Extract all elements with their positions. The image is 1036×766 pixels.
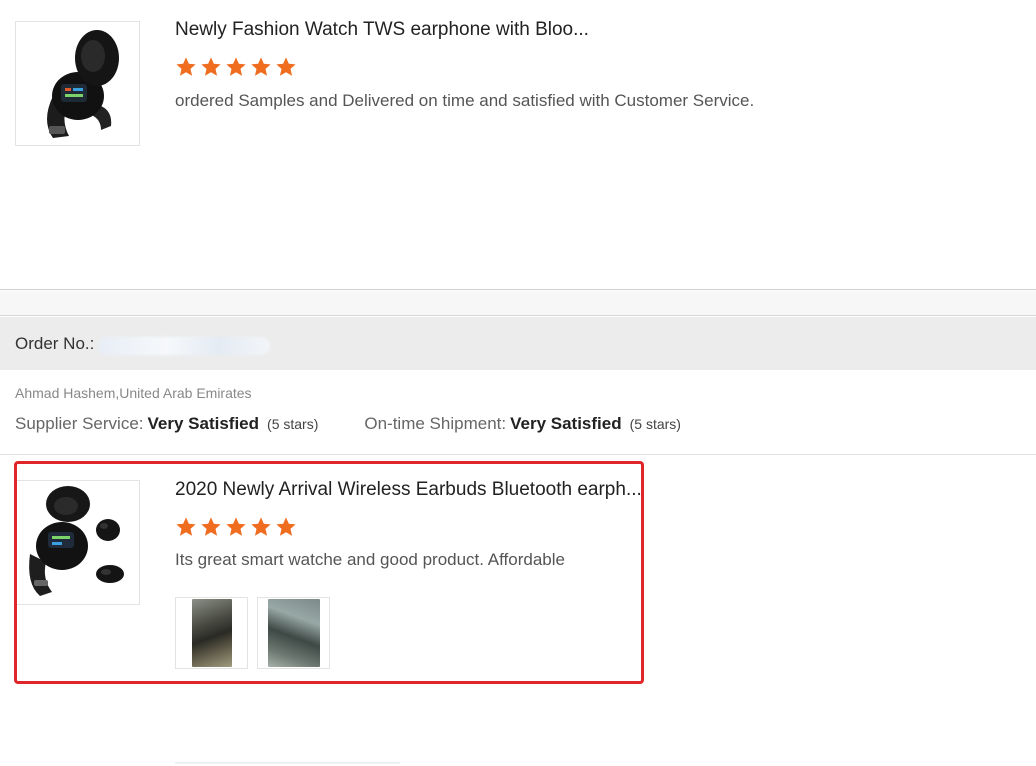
star-icon [201,57,221,76]
supplier-ratings: Supplier Service: Very Satisfied (5 stars)… [15,414,681,434]
star-icon [251,57,271,76]
divider [0,454,1036,455]
supplier-service-label: Supplier Service: [15,414,144,433]
product-thumbnail[interactable] [15,21,140,146]
star-icon [276,57,296,76]
review-card: Newly Fashion Watch TWS earphone with Bl… [0,0,1036,290]
reviews-page: Newly Fashion Watch TWS earphone with Bl… [0,0,1036,766]
order-number-redacted [98,337,270,355]
product-title[interactable]: Newly Fashion Watch TWS earphone with Bl… [175,19,589,41]
divider [175,762,400,764]
highlight-box [14,461,644,684]
order-number-label: Order No.: [15,334,95,353]
section-separator [0,291,1036,316]
on-time-shipment-value: Very Satisfied [510,414,622,433]
watch-earphone-image [46,30,119,138]
on-time-shipment-label: On-time Shipment: [364,414,507,433]
star-rating [175,56,297,78]
on-time-shipment-stars: (5 stars) [629,416,681,432]
star-icon [226,57,246,76]
order-header: Order No.: [0,317,1036,370]
star-icon [176,57,196,76]
buyer-info: Ahmad Hashem,United Arab Emirates [15,385,252,401]
supplier-service-stars: (5 stars) [267,416,319,432]
review-comment: ordered Samples and Delivered on time an… [175,91,755,110]
supplier-service-value: Very Satisfied [147,414,260,433]
